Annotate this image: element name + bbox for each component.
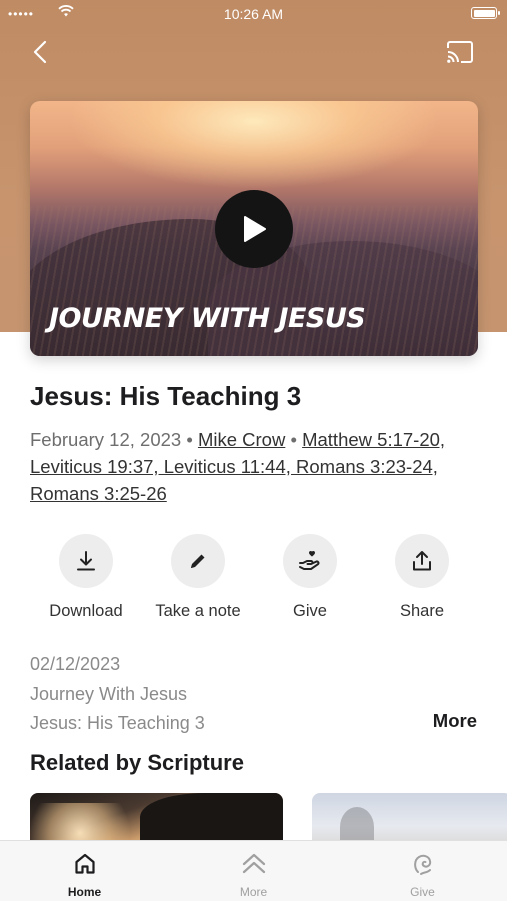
more-button[interactable]: More [433,710,477,732]
chevrons-up-icon [242,853,265,874]
download-icon [77,551,95,571]
related-heading: Related by Scripture [30,750,244,775]
sermon-details: 02/12/2023 Journey With Jesus Jesus: His… [30,650,205,739]
sermon-date: February 12, 2023 [30,429,182,450]
give-button[interactable]: Give [254,534,366,621]
share-button[interactable]: Share [366,534,478,621]
sermon-video-thumbnail[interactable]: JOURNEY WITH JESUS [30,101,478,356]
pencil-icon [191,554,205,568]
home-icon [74,853,95,874]
give-label: Give [293,602,327,620]
tab-bar: Home More Give [0,840,507,901]
play-button[interactable] [215,190,293,268]
sermon-title: Jesus: His Teaching 3 [30,381,302,411]
tab-give[interactable]: Give [338,841,507,901]
series-artwork-title: JOURNEY WITH JESUS [49,303,366,334]
play-icon [244,216,266,242]
meta-separator: • [285,429,303,450]
sermon-meta: February 12, 2023 • Mike Crow • Matthew … [30,426,480,507]
take-note-button[interactable]: Take a note [142,534,254,621]
tab-more[interactable]: More [169,841,338,901]
back-button[interactable] [24,36,56,68]
speaker-link[interactable]: Mike Crow [198,429,285,450]
cast-icon [447,41,473,63]
share-label: Share [399,602,445,620]
details-series: Journey With Jesus [30,683,188,704]
download-label: Download [49,602,123,620]
tab-home-label: Home [67,885,102,899]
battery-icon [471,7,500,19]
details-title: Jesus: His Teaching 3 [30,713,205,733]
details-date: 02/12/2023 [30,654,121,674]
give-icon [299,550,320,570]
download-button[interactable]: Download [30,534,142,621]
status-bar: ••••• 10:26 AM [0,0,507,28]
take-note-label: Take a note [155,602,241,620]
tab-home[interactable]: Home [0,841,169,901]
tab-more-label: More [239,885,268,899]
status-time: 10:26 AM [223,6,284,22]
tab-give-label: Give [410,885,435,899]
action-row: Download Take a note Give Share [30,534,477,624]
share-icon [413,551,431,571]
chevron-left-icon [33,40,47,64]
give-tab-icon [413,854,431,875]
meta-separator: • [181,429,198,450]
cast-button[interactable] [444,36,476,68]
